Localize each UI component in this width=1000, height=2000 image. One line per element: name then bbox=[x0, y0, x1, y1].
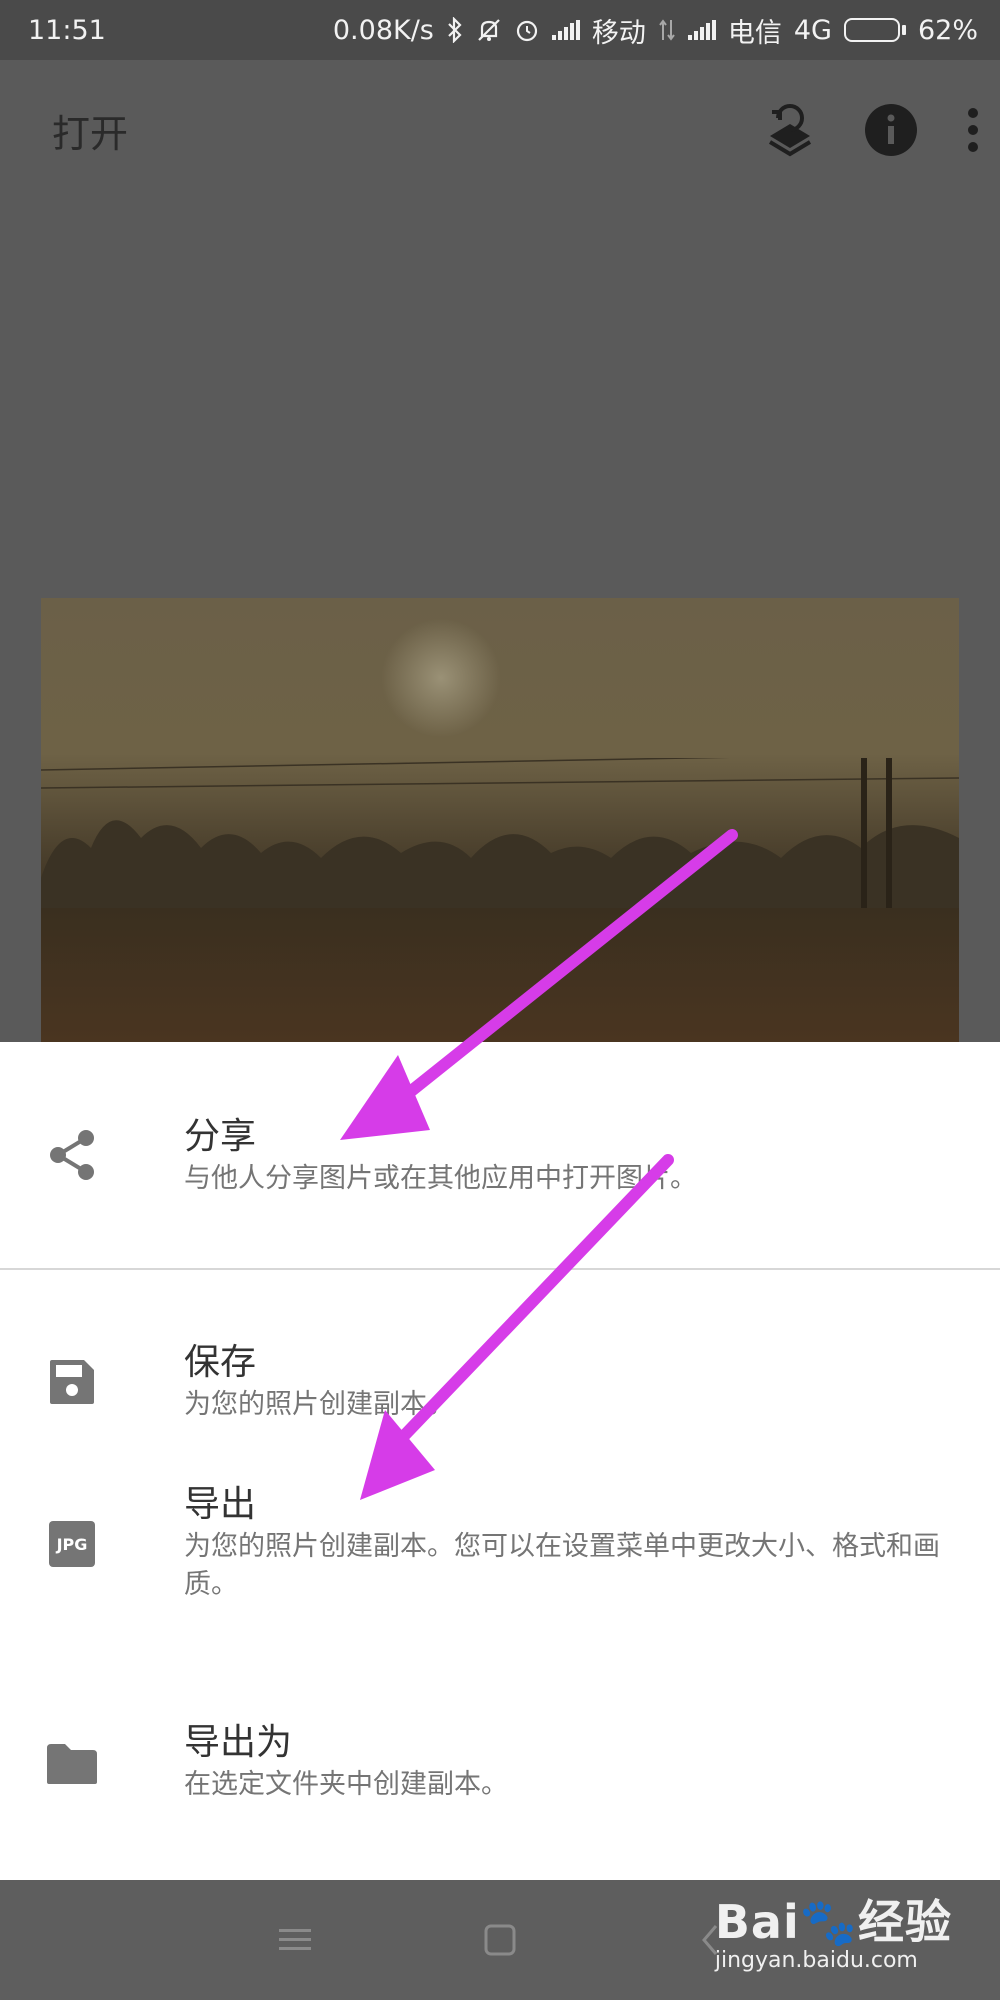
jpg-icon: JPG bbox=[44, 1516, 100, 1572]
share-icon bbox=[44, 1127, 100, 1183]
app-bar-actions bbox=[764, 102, 980, 158]
folder-icon bbox=[44, 1736, 100, 1792]
watermark-url: jingyan.baidu.com bbox=[714, 1948, 918, 1973]
save-icon bbox=[44, 1354, 100, 1410]
status-right: 0.08K/s 移动 电信 4G 62% bbox=[333, 11, 978, 50]
sheet-item-title: 分享 bbox=[184, 1116, 257, 1157]
jpg-icon-label: JPG bbox=[56, 1535, 88, 1554]
share-bottom-sheet: 分享 与他人分享图片或在其他应用中打开图片。 保存 为您的照片创建副本。 JPG… bbox=[0, 1042, 1000, 1880]
sheet-item-subtitle: 为您的照片创建副本。 bbox=[184, 1389, 454, 1420]
status-bar: 11:51 0.08K/s 移动 电信 4G 62% bbox=[0, 0, 1000, 60]
sheet-item-title: 导出 bbox=[184, 1484, 257, 1525]
info-icon[interactable] bbox=[864, 103, 918, 157]
battery-icon bbox=[843, 18, 906, 42]
signal-icon bbox=[687, 20, 716, 40]
battery-percent: 62% bbox=[917, 14, 978, 46]
photo-sun bbox=[381, 618, 501, 738]
carrier-1: 移动 bbox=[591, 17, 646, 49]
sheet-item-title: 导出为 bbox=[184, 1722, 293, 1763]
sheet-item-export[interactable]: JPG 导出 为您的照片创建副本。您可以在设置菜单中更改大小、格式和画质。 bbox=[0, 1442, 1000, 1652]
watermark-brand: Bai bbox=[714, 1895, 800, 1949]
mute-icon bbox=[478, 19, 500, 41]
sheet-item-subtitle: 与他人分享图片或在其他应用中打开图片。 bbox=[184, 1163, 697, 1194]
alarm-icon bbox=[516, 20, 537, 42]
photo-preview bbox=[41, 598, 959, 1042]
watermark-brand2: 经验 bbox=[858, 1895, 952, 1949]
signal-icon bbox=[551, 20, 580, 40]
sheet-item-title: 保存 bbox=[184, 1342, 257, 1383]
sheet-item-subtitle: 在选定文件夹中创建副本。 bbox=[184, 1769, 508, 1800]
sheet-item-share[interactable]: 分享 与他人分享图片或在其他应用中打开图片。 bbox=[0, 1042, 1000, 1268]
sheet-item-export-as[interactable]: 导出为 在选定文件夹中创建副本。 bbox=[0, 1652, 1000, 1852]
paw-icon: 🐾 bbox=[799, 1895, 858, 1949]
more-vert-icon[interactable] bbox=[966, 106, 980, 154]
sheet-item-save[interactable]: 保存 为您的照片创建副本。 bbox=[0, 1270, 1000, 1442]
menu-icon[interactable] bbox=[265, 1880, 325, 2000]
photo-treeline bbox=[41, 758, 959, 908]
sheet-item-subtitle: 为您的照片创建副本。您可以在设置菜单中更改大小、格式和画质。 bbox=[184, 1531, 940, 1600]
data-icon bbox=[659, 19, 675, 41]
status-time: 11:51 bbox=[28, 14, 106, 46]
network-type: 4G bbox=[793, 14, 832, 46]
baidu-watermark: Bai🐾经验 jingyan.baidu.com bbox=[715, 1886, 952, 1973]
home-icon[interactable] bbox=[470, 1880, 530, 2000]
page-title[interactable]: 打开 bbox=[52, 103, 128, 158]
network-speed: 0.08K/s bbox=[332, 14, 434, 46]
layers-revert-icon[interactable] bbox=[764, 102, 816, 158]
carrier-2: 电信 bbox=[727, 17, 782, 49]
bluetooth-icon bbox=[448, 17, 462, 43]
app-bar: 打开 bbox=[0, 60, 1000, 200]
